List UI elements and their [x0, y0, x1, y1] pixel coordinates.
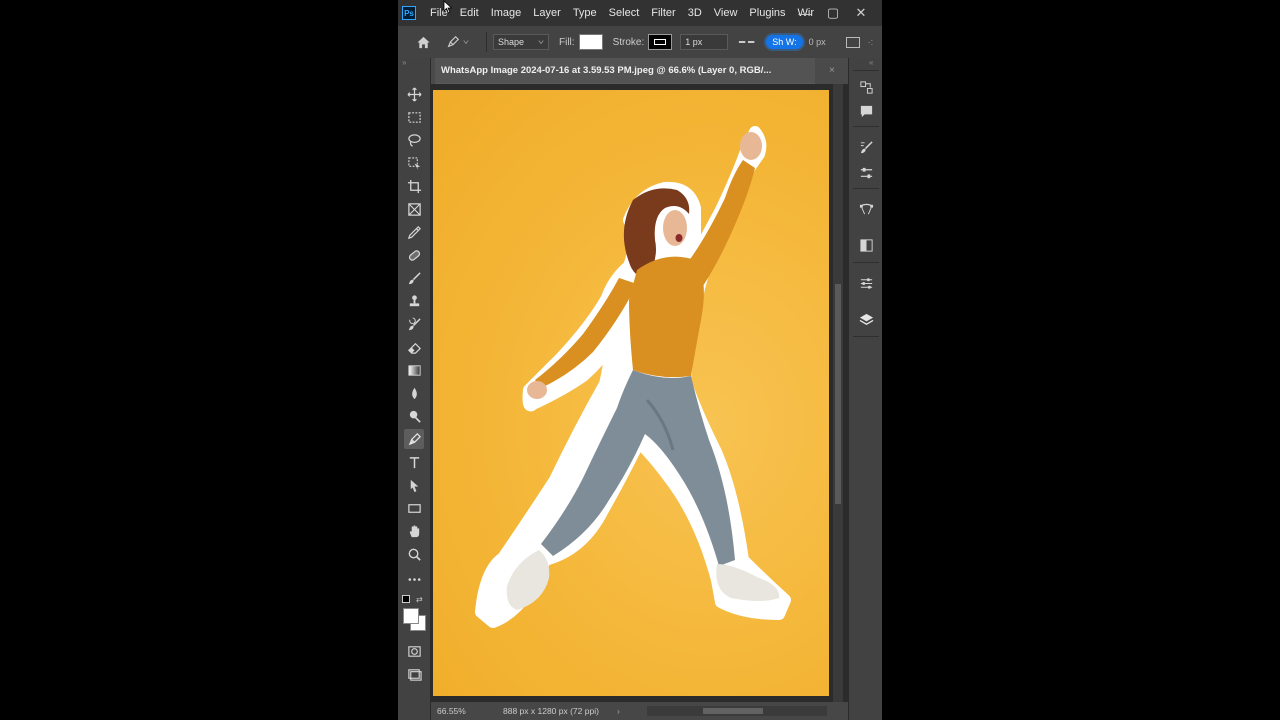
menu-filter[interactable]: Filter — [645, 0, 681, 26]
options-bar: Shape Fill: Stroke: 1 px Sh W: 0 px ·: — [398, 26, 882, 59]
panel-dock: « — [848, 58, 882, 720]
swap-colors-icon[interactable]: ⇄ — [416, 595, 423, 604]
tool-mode-value: Shape — [498, 37, 525, 47]
brush-tool-icon[interactable] — [404, 268, 424, 288]
tool-preset-picker[interactable] — [446, 35, 480, 49]
zoom-level-field[interactable]: 66.55% — [437, 706, 487, 716]
blur-tool-icon[interactable] — [404, 383, 424, 403]
vertical-scroll-thumb[interactable] — [835, 284, 841, 504]
photoshop-window: Ps File Edit Image Layer Type Select Fil… — [398, 0, 882, 720]
menu-type[interactable]: Type — [567, 0, 603, 26]
vertical-scrollbar[interactable] — [833, 84, 843, 702]
divider — [853, 126, 879, 127]
document-tab[interactable]: WhatsApp Image 2024-07-16 at 3.59.53 PM.… — [435, 58, 815, 84]
clone-stamp-tool-icon[interactable] — [404, 291, 424, 311]
stroke-line-icon — [739, 41, 755, 43]
document-tab-title: WhatsApp Image 2024-07-16 at 3.59.53 PM.… — [441, 65, 772, 76]
toolbar-grip[interactable]: » — [398, 58, 430, 68]
tools-panel: » ⇄ — [398, 58, 431, 720]
divider — [853, 336, 879, 337]
document-tab-bar: WhatsApp Image 2024-07-16 at 3.59.53 PM.… — [431, 58, 848, 84]
menu-view[interactable]: View — [708, 0, 744, 26]
properties-panel-icon[interactable] — [857, 274, 875, 292]
screen-mode-icon[interactable] — [404, 664, 424, 684]
stroke-width-field[interactable]: 1 px — [680, 34, 729, 50]
default-colors-icon[interactable] — [402, 595, 410, 603]
mouse-cursor-icon — [443, 0, 453, 14]
divider — [853, 70, 879, 71]
healing-brush-tool-icon[interactable] — [404, 245, 424, 265]
chevron-down-icon — [538, 40, 544, 45]
document-canvas[interactable] — [433, 90, 829, 696]
foreground-color-swatch[interactable] — [403, 608, 419, 624]
menu-select[interactable]: Select — [603, 0, 646, 26]
menu-edit[interactable]: Edit — [454, 0, 485, 26]
dodge-tool-icon[interactable] — [404, 406, 424, 426]
marquee-tool-icon[interactable] — [404, 107, 424, 127]
horizontal-scrollbar[interactable] — [647, 706, 827, 716]
horizontal-scroll-thumb[interactable] — [703, 708, 763, 714]
brushes-panel-icon[interactable] — [857, 138, 875, 156]
eyedropper-tool-icon[interactable] — [404, 222, 424, 242]
stroke-type-picker[interactable] — [738, 38, 758, 46]
canvas-area — [431, 84, 848, 702]
divider — [853, 188, 879, 189]
document-size: 888 px x 1280 px (72 ppi) — [503, 706, 599, 716]
path-align-icon[interactable] — [845, 36, 860, 48]
menu-layer[interactable]: Layer — [527, 0, 567, 26]
menu-plugins[interactable]: Plugins — [743, 0, 791, 26]
jumping-woman-image — [475, 126, 791, 628]
lasso-tool-icon[interactable] — [404, 130, 424, 150]
crop-tool-icon[interactable] — [404, 176, 424, 196]
history-panel-icon[interactable] — [857, 78, 875, 96]
restore-button[interactable]: ▢ — [826, 5, 840, 21]
status-bar: 66.55% 888 px x 1280 px (72 ppi) › — [431, 702, 848, 720]
photoshop-logo: Ps — [402, 6, 416, 20]
move-tool-icon[interactable] — [404, 84, 424, 104]
divider — [486, 32, 487, 52]
dock-collapse-grip[interactable]: « — [869, 58, 873, 67]
menu-image[interactable]: Image — [485, 0, 528, 26]
menu-bar: Ps File Edit Image Layer Type Select Fil… — [398, 0, 882, 26]
eraser-tool-icon[interactable] — [404, 337, 424, 357]
pen-icon — [447, 35, 460, 48]
close-button[interactable]: ✕ — [854, 5, 868, 21]
window-controls: — ▢ ✕ — [798, 0, 868, 26]
quick-mask-icon[interactable] — [404, 641, 424, 661]
comments-panel-icon[interactable] — [857, 102, 875, 120]
tab-close-icon[interactable]: × — [829, 58, 835, 84]
paths-panel-icon[interactable] — [857, 200, 875, 218]
home-icon[interactable] — [412, 31, 434, 53]
history-brush-tool-icon[interactable] — [404, 314, 424, 334]
type-tool-icon[interactable] — [404, 452, 424, 472]
options-overflow[interactable]: ·: — [868, 37, 874, 47]
object-select-tool-icon[interactable] — [404, 153, 424, 173]
gradient-tool-icon[interactable] — [404, 360, 424, 380]
chevron-down-icon — [463, 40, 469, 45]
stroke-swatch-frame — [654, 39, 667, 45]
fill-label: Fill: — [559, 36, 575, 48]
color-swatches[interactable]: ⇄ — [402, 595, 426, 635]
hand-tool-icon[interactable] — [404, 521, 424, 541]
fill-color-swatch[interactable] — [578, 34, 603, 50]
layers-panel-icon[interactable] — [857, 310, 875, 328]
divider — [853, 262, 879, 263]
stroke-label: Stroke: — [612, 36, 645, 48]
path-selection-tool-icon[interactable] — [404, 475, 424, 495]
shape-width-label[interactable]: Sh W: — [766, 35, 803, 49]
stroke-color-swatch[interactable] — [648, 34, 673, 50]
menu-3d[interactable]: 3D — [682, 0, 708, 26]
rectangle-tool-icon[interactable] — [404, 498, 424, 518]
minimize-button[interactable]: — — [798, 6, 812, 21]
edit-toolbar-icon[interactable] — [404, 569, 424, 589]
pen-tool-icon[interactable] — [404, 429, 424, 449]
adjustments-panel-icon[interactable] — [857, 164, 875, 182]
tool-mode-select[interactable]: Shape — [493, 34, 549, 50]
status-menu-arrow[interactable]: › — [617, 706, 620, 716]
swatches-panel-icon[interactable] — [857, 236, 875, 254]
zoom-tool-icon[interactable] — [404, 544, 424, 564]
shape-width-field[interactable]: 0 px — [809, 37, 826, 47]
frame-tool-icon[interactable] — [404, 199, 424, 219]
